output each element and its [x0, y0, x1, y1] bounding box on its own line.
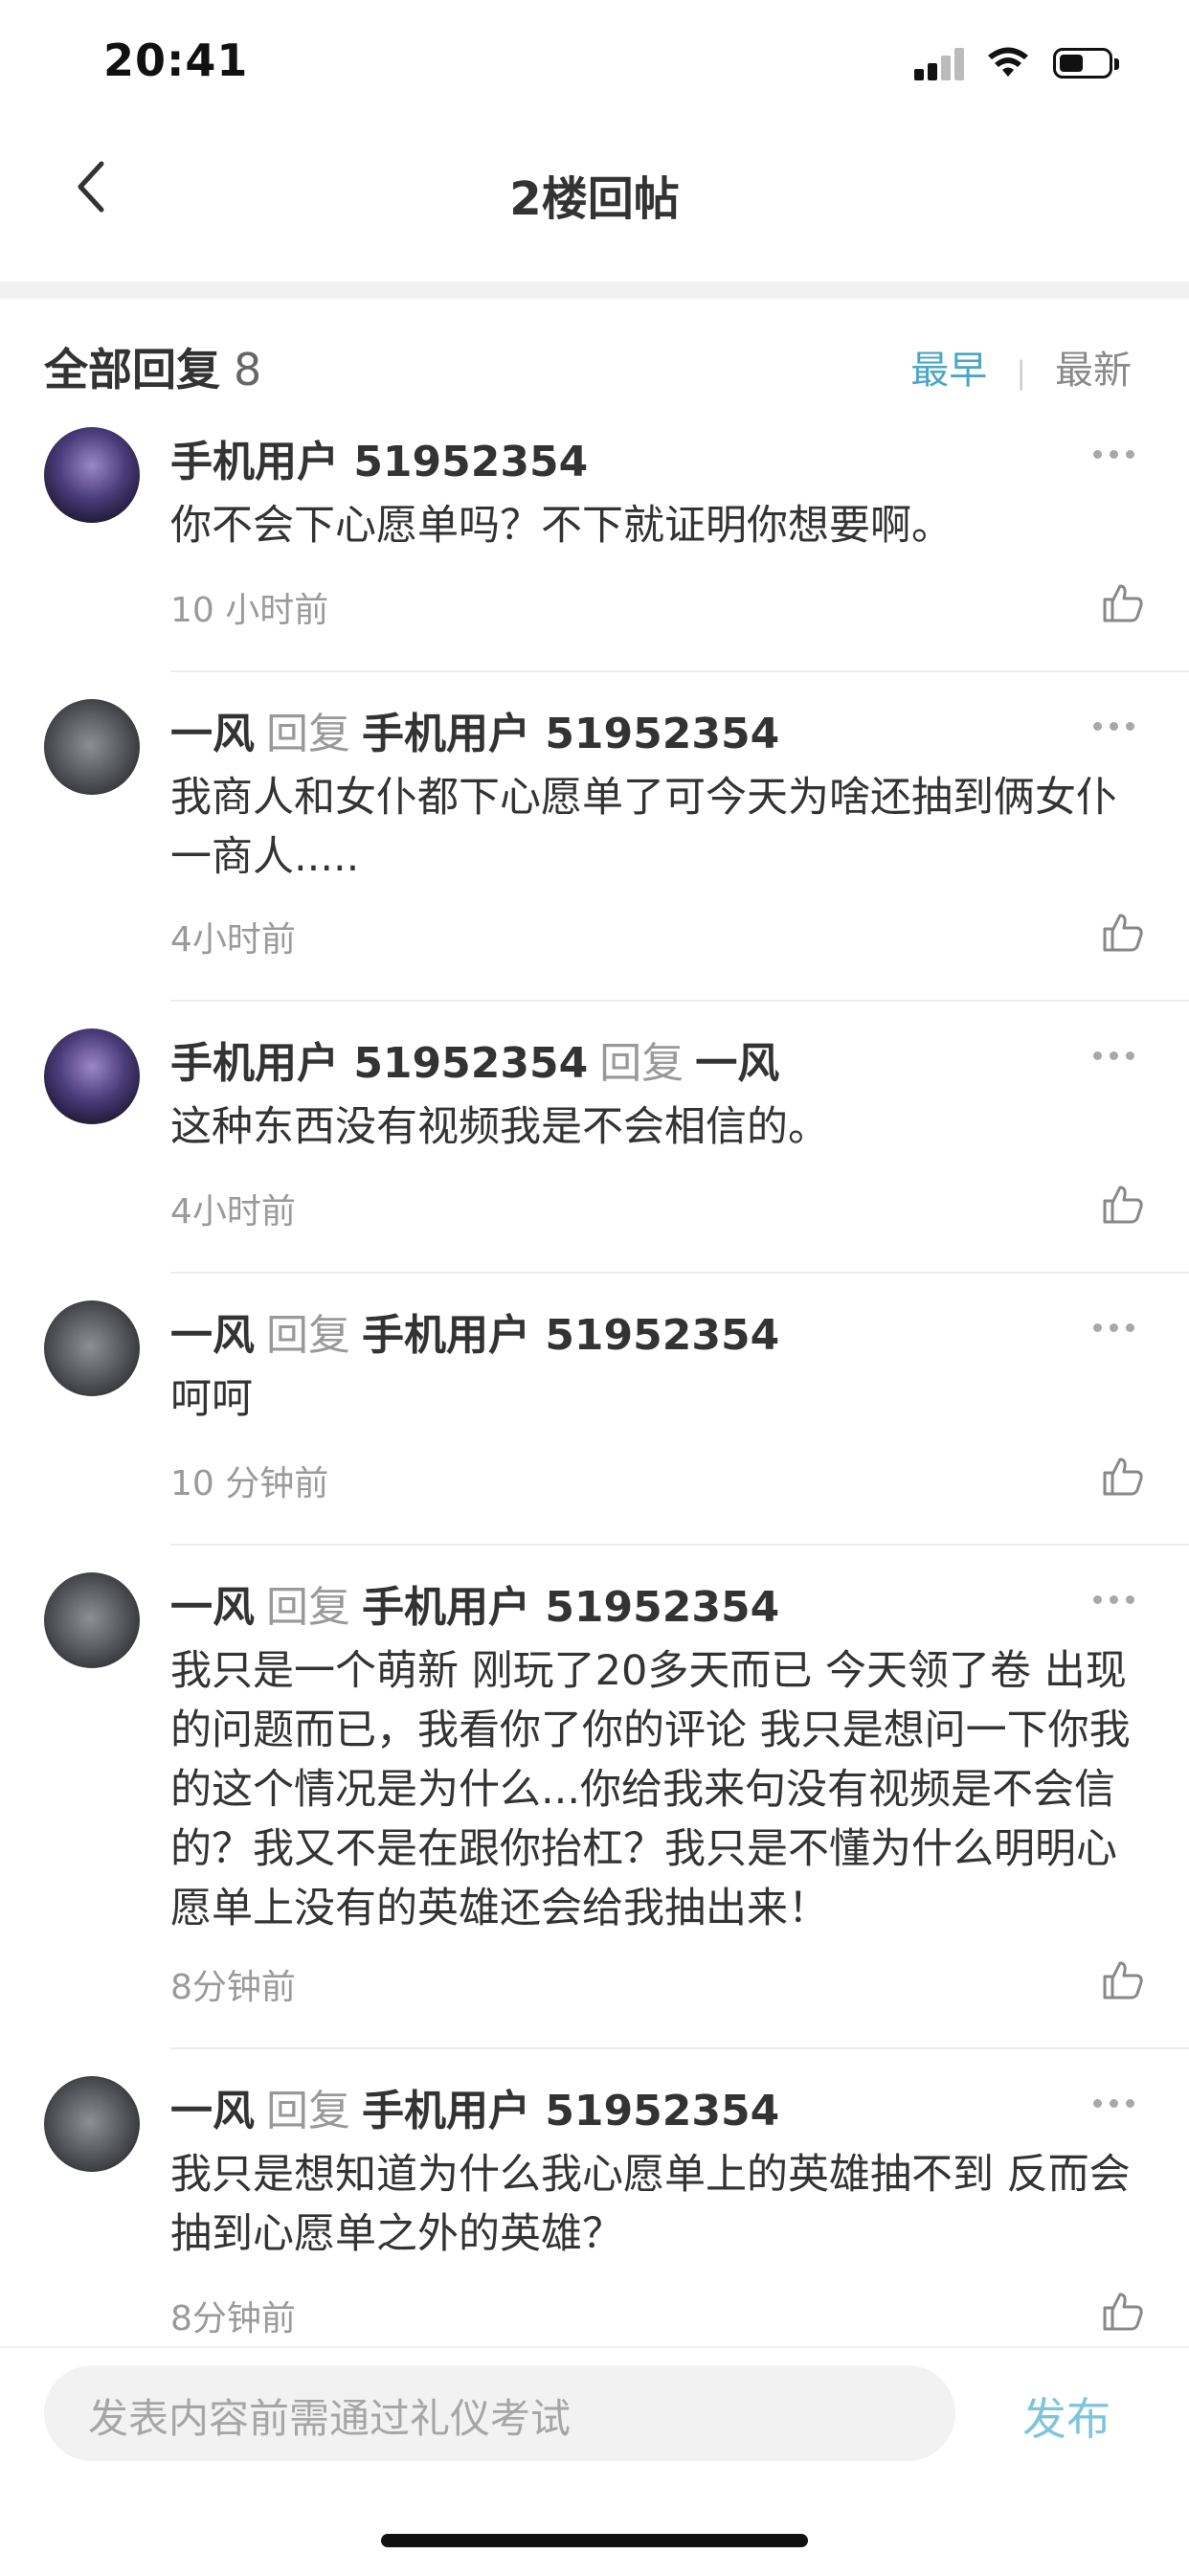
reply-target-name[interactable]: 手机用户 51952354: [362, 2087, 779, 2135]
status-bar: 20:41: [0, 0, 1189, 134]
row-divider: [170, 670, 1189, 672]
page-title: 2楼回帖: [509, 172, 680, 226]
thumbs-up-icon[interactable]: [1101, 910, 1145, 954]
avatar[interactable]: [44, 2076, 140, 2172]
battery-icon: [1053, 48, 1122, 80]
reply-word: 回复: [599, 1039, 684, 1088]
comment-author-line: 一风 回复 手机用户 51952354: [170, 2076, 779, 2137]
section-divider: [0, 282, 1189, 299]
status-time: 20:41: [103, 34, 249, 86]
author-name[interactable]: 一风: [170, 1311, 255, 1360]
author-name[interactable]: 一风: [170, 2087, 255, 2135]
reply-count-header: 全部回复 8: [44, 335, 261, 398]
reply-target-name[interactable]: 手机用户 51952354: [362, 1311, 779, 1360]
thumbs-up-icon[interactable]: [1101, 1182, 1145, 1226]
comment-text: 我商人和女仆都下心愿单了可今天为啥还抽到俩女仆一商人.....: [170, 774, 1117, 881]
avatar[interactable]: [44, 1572, 140, 1668]
more-options-icon[interactable]: [1093, 1051, 1135, 1063]
more-options-icon[interactable]: [1093, 450, 1135, 462]
row-divider: [170, 2047, 1189, 2049]
comment-time: 8分钟前: [170, 2299, 296, 2339]
cellular-signal-icon: [914, 48, 964, 80]
author-name[interactable]: 手机用户 51952354: [170, 438, 588, 486]
author-name[interactable]: 一风: [170, 710, 255, 758]
comment-text: 我只是一个萌新 刚玩了20多天而已 今天领了卷 出现的问题而已，我看你了你的评论…: [170, 1647, 1131, 1932]
comment-text: 我只是想知道为什么我心愿单上的英雄抽不到 反而会抽到心愿单之外的英雄？: [170, 2151, 1131, 2258]
thumbs-up-icon[interactable]: [1101, 1454, 1145, 1498]
avatar[interactable]: [44, 427, 140, 523]
comment-time: 10 分钟前: [170, 1464, 329, 1503]
sort-latest-tab[interactable]: 最新: [1055, 349, 1132, 393]
comment-text: 呵呵: [170, 1375, 253, 1423]
reply-word: 回复: [266, 2087, 350, 2135]
avatar[interactable]: [44, 1300, 140, 1396]
reply-header-label: 全部回复: [44, 344, 220, 395]
comment-author-line: 手机用户 51952354: [170, 427, 588, 488]
reply-target-name[interactable]: 手机用户 51952354: [362, 1583, 779, 1632]
reply-word: 回复: [266, 1311, 350, 1360]
more-options-icon[interactable]: [1093, 2099, 1135, 2111]
comment-input-placeholder: 发表内容前需通过礼仪考试: [88, 2395, 572, 2442]
more-options-icon[interactable]: [1093, 722, 1135, 734]
reply-target-name[interactable]: 手机用户 51952354: [362, 710, 779, 758]
comment-time: 8分钟前: [170, 1968, 296, 2007]
row-divider: [170, 1544, 1189, 1546]
sort-toggle: 最早 | 最新: [910, 339, 1132, 395]
more-options-icon[interactable]: [1093, 1595, 1135, 1607]
reply-word: 回复: [266, 710, 350, 758]
thumbs-up-icon[interactable]: [1101, 2289, 1145, 2333]
home-indicator[interactable]: [381, 2534, 808, 2547]
more-options-icon[interactable]: [1093, 1323, 1135, 1335]
row-divider: [170, 1272, 1189, 1274]
publish-button[interactable]: 发布: [1022, 2384, 1110, 2448]
comment-time: 4小时前: [170, 1192, 296, 1232]
reply-count: 8: [234, 344, 262, 395]
wifi-icon: [988, 47, 1028, 77]
comment-text: 你不会下心愿单吗？不下就证明你想要啊。: [170, 502, 953, 550]
comment-time: 10 小时前: [170, 591, 329, 630]
thumbs-up-icon[interactable]: [1101, 1957, 1145, 2001]
row-divider: [170, 1000, 1189, 1002]
comment-author-line: 一风 回复 手机用户 51952354: [170, 1300, 779, 1362]
comment-author-line: 一风 回复 手机用户 51952354: [170, 1572, 779, 1634]
comment-input[interactable]: 发表内容前需通过礼仪考试: [44, 2365, 955, 2461]
comment-author-line: 手机用户 51952354 回复 一风: [170, 1028, 779, 1090]
author-name[interactable]: 手机用户 51952354: [170, 1039, 588, 1088]
comment-author-line: 一风 回复 手机用户 51952354: [170, 699, 779, 760]
reply-word: 回复: [266, 1583, 350, 1632]
comment-text: 这种东西没有视频我是不会相信的。: [170, 1103, 829, 1151]
sort-separator: |: [1016, 354, 1026, 391]
reply-target-name[interactable]: 一风: [695, 1039, 779, 1088]
thumbs-up-icon[interactable]: [1101, 580, 1145, 624]
sort-earliest-tab[interactable]: 最早: [910, 349, 987, 393]
author-name[interactable]: 一风: [170, 1583, 255, 1632]
comment-time: 4小时前: [170, 920, 296, 960]
avatar[interactable]: [44, 699, 140, 795]
avatar[interactable]: [44, 1028, 140, 1124]
